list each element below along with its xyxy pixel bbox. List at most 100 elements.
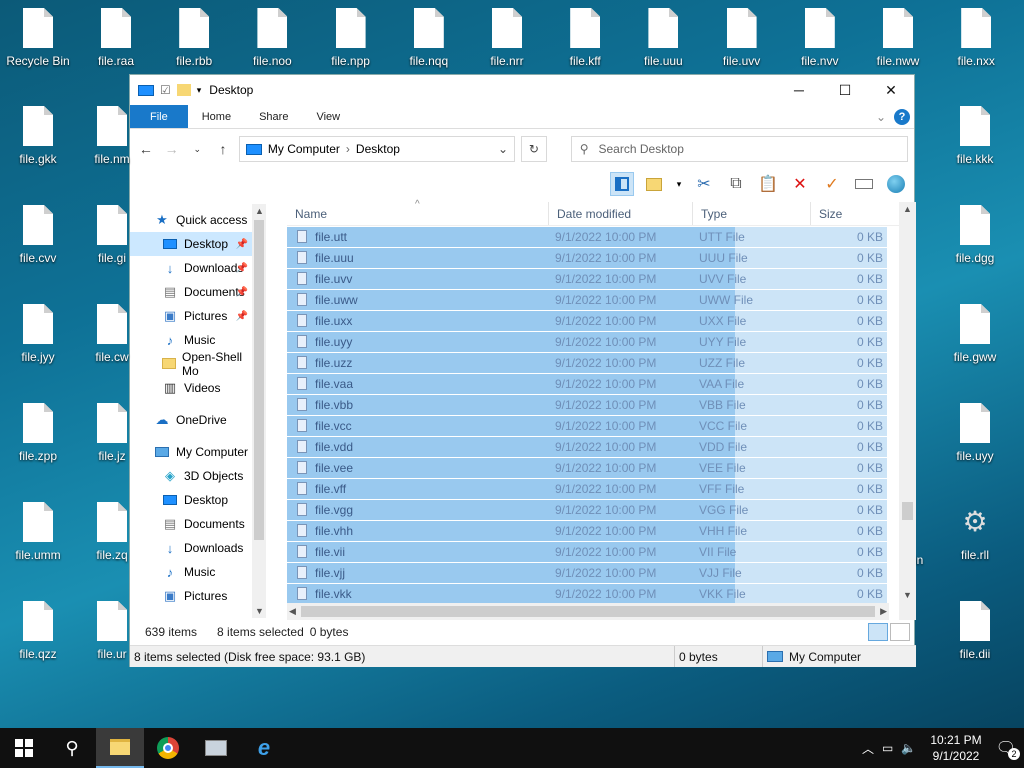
taskbar-file-explorer[interactable] <box>96 728 144 768</box>
table-row[interactable]: file.vjj 9/1/2022 10:00 PM VJJ File 0 KB <box>287 562 887 583</box>
expand-ribbon-icon[interactable]: ⌄ <box>876 110 886 124</box>
forward-arrow-icon[interactable]: → <box>162 141 182 157</box>
taskbar-internet-explorer[interactable]: e <box>240 728 288 768</box>
table-row[interactable]: file.uvv 9/1/2022 10:00 PM UVV File 0 KB <box>287 268 887 289</box>
checkmark-icon[interactable]: ✓ <box>820 172 844 196</box>
notifications-icon[interactable]: 🗨 2 <box>996 738 1020 760</box>
desktop-icon-right-1[interactable]: file.dgg <box>937 205 1013 265</box>
desktop-icon-left2-2[interactable]: file.cw <box>74 304 150 364</box>
table-row[interactable]: file.uww 9/1/2022 10:00 PM UWW File 0 KB <box>287 289 887 310</box>
table-row[interactable]: file.vgg 9/1/2022 10:00 PM VGG File 0 KB <box>287 499 887 520</box>
address-bar[interactable]: My Computer › Desktop ⌄ <box>238 136 516 162</box>
desktop-icon-top-9[interactable]: file.nvv <box>782 8 858 68</box>
desktop-icon-top-0[interactable]: file.raa <box>78 8 154 68</box>
title-bar[interactable]: ☑ ▾ Desktop ─ ☐ ✕ <box>130 75 914 105</box>
desktop-icon-left-1[interactable]: file.cvv <box>0 205 76 265</box>
scroll-right-icon[interactable]: ▶ <box>880 606 887 617</box>
desktop-icon-top-8[interactable]: file.uvv <box>704 8 780 68</box>
desktop-icon-top-7[interactable]: file.uuu <box>625 8 701 68</box>
table-row[interactable]: file.vii 9/1/2022 10:00 PM VII File 0 KB <box>287 541 887 562</box>
network-icon[interactable]: ▭ <box>882 741 893 755</box>
table-row[interactable]: file.uzz 9/1/2022 10:00 PM UZZ File 0 KB <box>287 352 887 373</box>
column-header-date[interactable]: Date modified <box>549 202 693 225</box>
desktop-icon-left-0[interactable]: file.gkk <box>0 106 76 166</box>
scrollbar-thumb[interactable] <box>902 502 913 520</box>
desktop-icon-right-2[interactable]: file.gww <box>937 304 1013 364</box>
new-folder-icon[interactable] <box>176 84 191 96</box>
desktop-icon-top-6[interactable]: file.kff <box>547 8 623 68</box>
help-icon[interactable]: ? <box>894 108 910 125</box>
tab-home[interactable]: Home <box>188 105 245 128</box>
search-input[interactable]: ⚲ Search Desktop <box>570 136 909 162</box>
recent-locations-icon[interactable]: ⌄ <box>187 144 207 155</box>
details-view-icon[interactable] <box>868 623 888 641</box>
desktop-icon-right-0[interactable]: file.kkk <box>937 106 1013 166</box>
table-row[interactable]: file.vdd 9/1/2022 10:00 PM VDD File 0 KB <box>287 436 887 457</box>
rename-icon[interactable] <box>852 172 876 196</box>
desktop-icon-top-2[interactable]: file.noo <box>234 8 310 68</box>
desktop-icon-right-5[interactable]: file.dii <box>937 601 1013 661</box>
column-header-type[interactable]: Type <box>693 202 811 225</box>
desktop-icon-top-3[interactable]: file.npp <box>313 8 389 68</box>
table-row[interactable]: file.vaa 9/1/2022 10:00 PM VAA File 0 KB <box>287 373 887 394</box>
desktop-icon-left2-5[interactable]: file.ur <box>74 601 150 661</box>
table-row[interactable]: file.utt 9/1/2022 10:00 PM UTT File 0 KB <box>287 226 887 247</box>
table-row[interactable]: file.uxx 9/1/2022 10:00 PM UXX File 0 KB <box>287 310 887 331</box>
table-row[interactable]: file.uyy 9/1/2022 10:00 PM UYY File 0 KB <box>287 331 887 352</box>
desktop-icon-recycle-bin[interactable]: Recycle Bin <box>0 8 76 68</box>
list-horizontal-scrollbar[interactable]: ◀ ▶ <box>287 603 889 620</box>
delete-icon[interactable]: ✕ <box>788 172 812 196</box>
scroll-down-icon[interactable]: ▼ <box>903 590 912 600</box>
desktop-icon-left-5[interactable]: file.qzz <box>0 601 76 661</box>
clock[interactable]: 10:21 PM 9/1/2022 <box>924 732 987 764</box>
chevron-down-icon[interactable]: ▾ <box>674 172 684 196</box>
desktop-icon-left2-3[interactable]: file.jz <box>74 403 150 463</box>
desktop-icon-left-3[interactable]: file.zpp <box>0 403 76 463</box>
scroll-left-icon[interactable]: ◀ <box>289 606 296 617</box>
column-header-size[interactable]: Size <box>811 202 891 225</box>
desktop-icon-top-11[interactable]: file.nxx <box>938 8 1014 68</box>
desktop-icon-top-1[interactable]: file.rbb <box>156 8 232 68</box>
taskbar-chrome[interactable] <box>144 728 192 768</box>
desktop-icon-top-5[interactable]: file.nrr <box>469 8 545 68</box>
globe-icon[interactable] <box>884 172 908 196</box>
large-icons-view-icon[interactable] <box>890 623 910 641</box>
close-button[interactable]: ✕ <box>868 75 914 105</box>
start-button[interactable] <box>0 728 48 768</box>
table-row[interactable]: file.vhh 9/1/2022 10:00 PM VHH File 0 KB <box>287 520 887 541</box>
explorer-window[interactable]: ☑ ▾ Desktop ─ ☐ ✕ File Home Share View ⌄… <box>129 74 916 667</box>
table-row[interactable]: file.vbb 9/1/2022 10:00 PM VBB File 0 KB <box>287 394 887 415</box>
paste-icon[interactable]: 📋 <box>756 172 780 196</box>
breadcrumb-my-computer[interactable]: My Computer <box>268 142 340 156</box>
desktop-icon-right-3[interactable]: file.uyy <box>937 403 1013 463</box>
preview-pane-icon[interactable] <box>610 172 634 196</box>
table-row[interactable]: file.vee 9/1/2022 10:00 PM VEE File 0 KB <box>287 457 887 478</box>
table-row[interactable]: file.vff 9/1/2022 10:00 PM VFF File 0 KB <box>287 478 887 499</box>
scrollbar-thumb[interactable] <box>301 606 875 617</box>
desktop-icon-top-4[interactable]: file.nqq <box>391 8 467 68</box>
list-vertical-scrollbar[interactable]: ▲ ▼ <box>899 202 916 620</box>
desktop-icon-left-2[interactable]: file.jyy <box>0 304 76 364</box>
breadcrumb-desktop[interactable]: Desktop <box>356 142 400 156</box>
maximize-button[interactable]: ☐ <box>822 75 868 105</box>
desktop-icon-right-4[interactable]: ⚙ file.rll <box>937 502 1013 562</box>
up-arrow-icon[interactable]: ↑ <box>213 141 233 157</box>
desktop-icon-top-10[interactable]: file.nww <box>860 8 936 68</box>
scroll-up-icon[interactable]: ▲ <box>903 204 912 214</box>
cut-icon[interactable]: ✂ <box>692 172 716 196</box>
refresh-button[interactable]: ↻ <box>521 136 547 162</box>
chevron-down-icon[interactable]: ⌄ <box>498 142 508 156</box>
volume-icon[interactable]: 🔈 <box>901 741 916 755</box>
table-row[interactable]: file.vcc 9/1/2022 10:00 PM VCC File 0 KB <box>287 415 887 436</box>
taskbar-network-app[interactable] <box>192 728 240 768</box>
search-button[interactable]: ⚲ <box>48 728 96 768</box>
copy-icon[interactable]: ⧉ <box>724 172 748 196</box>
desktop-icon-left2-4[interactable]: file.zq <box>74 502 150 562</box>
table-row[interactable]: file.uuu 9/1/2022 10:00 PM UUU File 0 KB <box>287 247 887 268</box>
desktop-icon-left-4[interactable]: file.umm <box>0 502 76 562</box>
chevron-up-icon[interactable]: ︿ <box>862 740 874 757</box>
properties-icon[interactable]: ☑ <box>160 83 171 97</box>
tab-share[interactable]: Share <box>245 105 302 128</box>
new-folder-button[interactable] <box>642 172 666 196</box>
minimize-button[interactable]: ─ <box>776 75 822 105</box>
